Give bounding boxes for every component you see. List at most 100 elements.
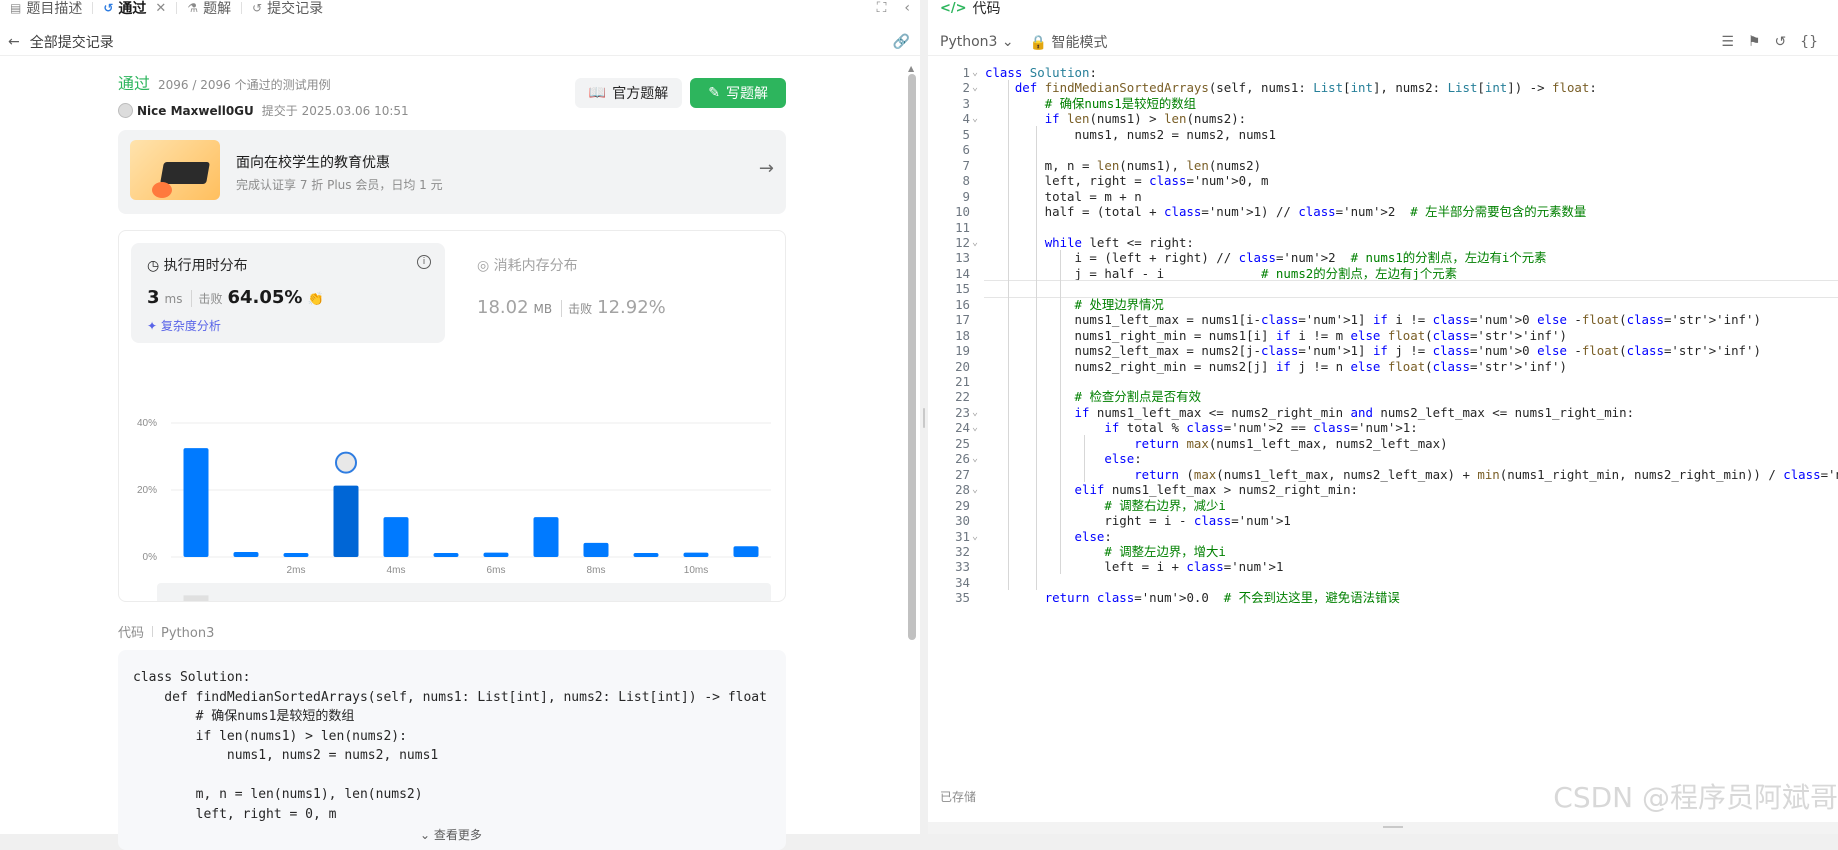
- chip-icon: ◎: [477, 258, 494, 274]
- edit-icon: ✎: [708, 85, 720, 101]
- tab-accepted[interactable]: ↺ 通过 ✕: [93, 0, 176, 18]
- clap-icon: 👏: [307, 292, 324, 307]
- collapse-icon[interactable]: ‹: [904, 0, 910, 16]
- y-tick-label: 40%: [137, 418, 157, 429]
- overview-bar: [183, 595, 209, 601]
- memory-title: ◎ 消耗内存分布: [477, 258, 578, 274]
- tab-submissions[interactable]: ↺ 提交记录: [242, 0, 333, 17]
- official-solution-button[interactable]: 📖 官方题解: [574, 78, 683, 108]
- performance-card: ◷ 执行用时分布 i 3 ms 击败 64.05% 👏 ✦ 复杂度分析 ◎ 消耗…: [118, 230, 786, 602]
- indent-guide: [1008, 79, 1009, 590]
- bar: [333, 485, 359, 557]
- beat-label: 击败: [561, 300, 592, 317]
- code-panel: </> 代码 Python3 ⌄ 🔒 智能模式 ☰ ⚑ ↺ {} 1 ⌄ class …: [928, 0, 1838, 834]
- lock-icon: 🔒: [1029, 34, 1048, 51]
- submitted-code: class Solution: def findMedianSortedArra…: [118, 650, 786, 850]
- bar: [233, 551, 259, 557]
- indent-guide: [1036, 126, 1037, 590]
- beat-label: 击败: [191, 290, 223, 307]
- scrollbar[interactable]: [908, 74, 916, 640]
- x-tick-label: 6ms: [487, 565, 506, 576]
- link-icon[interactable]: 🔗: [893, 34, 910, 50]
- runtime-unit: ms: [164, 292, 183, 306]
- line-number: 35: [955, 590, 970, 606]
- clock-icon: ◷: [147, 258, 164, 274]
- memory-unit: MB: [533, 302, 553, 316]
- info-icon[interactable]: i: [417, 255, 431, 269]
- memory-value: 18.02: [477, 297, 529, 318]
- bar: [183, 448, 209, 557]
- arrow-right-icon[interactable]: →: [759, 158, 774, 179]
- bar: [433, 552, 459, 557]
- bookmark-icon[interactable]: ⚑: [1748, 34, 1761, 50]
- smart-mode-toggle[interactable]: 🔒 智能模式: [1030, 32, 1108, 52]
- book-icon: 📖: [588, 85, 607, 101]
- x-tick-label: 10ms: [684, 565, 708, 576]
- sparkle-icon: ✦: [147, 319, 161, 333]
- fullscreen-icon[interactable]: ⛶: [877, 0, 887, 16]
- submit-time: 提交于 2025.03.06 10:51: [261, 104, 409, 118]
- code-line[interactable]: 35 return class='num'>0.0 # 不会到达这里，避免语法错…: [928, 589, 1838, 607]
- y-tick-label: 20%: [137, 485, 157, 496]
- bar: [533, 517, 559, 557]
- education-promo-card[interactable]: 面向在校学生的教育优惠 完成认证享 7 折 Plus 会员，日均 1 元 →: [118, 130, 786, 214]
- promo-desc: 完成认证享 7 折 Plus 会员，日均 1 元: [236, 178, 443, 192]
- format-icon[interactable]: ☰: [1721, 34, 1734, 50]
- editor-toolbar: Python3 ⌄ 🔒 智能模式 ☰ ⚑ ↺ {}: [928, 28, 1838, 56]
- tab-description[interactable]: ▤ 题目描述: [0, 0, 92, 17]
- user-marker-icon: [335, 451, 357, 474]
- code-text: return class='num'>0.0 # 不会到达这里，避免语法错误: [1044, 590, 1400, 606]
- y-tick-label: 0%: [143, 552, 158, 563]
- submissions-subbar: ← 全部提交记录 🔗: [0, 28, 920, 56]
- flask-icon: ⚗: [187, 1, 199, 15]
- runtime-beat: 64.05%: [227, 287, 303, 308]
- avatar[interactable]: [118, 103, 133, 118]
- panel-splitter[interactable]: [920, 0, 928, 834]
- history-icon: ↺: [252, 1, 263, 15]
- username[interactable]: Nice Maxwell0GU: [137, 104, 254, 118]
- x-tick-label: 4ms: [387, 565, 406, 576]
- x-tick-label: 2ms: [287, 565, 306, 576]
- watermark: CSDN @程序员阿斌哥: [1553, 781, 1838, 814]
- indent-guide: [1060, 249, 1061, 575]
- tab-solutions[interactable]: ⚗ 题解: [177, 0, 241, 17]
- history-icon: ↺: [103, 1, 114, 15]
- runtime-distribution-chart[interactable]: 40%20%0%2ms4ms6ms8ms10ms2ms4ms6ms8ms10ms: [131, 351, 777, 601]
- all-submissions-link[interactable]: 全部提交记录: [30, 32, 114, 52]
- indent-guide: [1084, 435, 1085, 482]
- scroll-up-icon[interactable]: ▲: [908, 64, 914, 73]
- submission-panel: ▤ 题目描述 ↺ 通过 ✕ ⚗ 题解 ↺ 提交记录 ⛶ ‹ ← 全部提交记录 🔗 通过 2…: [0, 0, 920, 850]
- runtime-panel[interactable]: ◷ 执行用时分布 i 3 ms 击败 64.05% 👏 ✦ 复杂度分析: [131, 243, 445, 343]
- promo-image: [130, 140, 220, 200]
- status-label: 通过: [118, 74, 151, 93]
- write-solution-button[interactable]: ✎ 写题解: [690, 78, 786, 108]
- code-panel-header: </> 代码: [940, 0, 1001, 18]
- code-icon: </>: [940, 0, 967, 16]
- memory-beat: 12.92%: [597, 297, 666, 318]
- testcase-count: 2096 / 2096 个通过的测试用例: [158, 78, 331, 92]
- left-tabbar: ▤ 题目描述 ↺ 通过 ✕ ⚗ 题解 ↺ 提交记录 ⛶ ‹: [0, 0, 920, 18]
- language-select[interactable]: Python3 ⌄: [940, 34, 1014, 50]
- bar: [383, 517, 409, 557]
- code-snippet: class Solution: def findMedianSortedArra…: [133, 670, 767, 822]
- promo-title: 面向在校学生的教育优惠: [236, 155, 390, 171]
- submission-detail: 通过 2096 / 2096 个通过的测试用例 Nice Maxwell0GU …: [118, 70, 786, 850]
- bar: [583, 542, 609, 557]
- code-section-header: 代码 Python3: [118, 626, 215, 641]
- reset-icon[interactable]: ↺: [1774, 34, 1786, 50]
- memory-panel[interactable]: ◎ 消耗内存分布 18.02 MB 击败 12.92%: [477, 255, 666, 318]
- show-more-button[interactable]: ⌄ 查看更多: [420, 826, 482, 843]
- bar: [683, 552, 709, 557]
- back-arrow-icon[interactable]: ←: [8, 34, 20, 50]
- brackets-icon[interactable]: {}: [1800, 34, 1818, 50]
- runtime-title: ◷ 执行用时分布: [147, 258, 248, 274]
- range-overview: [157, 583, 771, 601]
- document-icon: ▤: [10, 1, 22, 15]
- code-editor[interactable]: 1 ⌄ class Solution: 2 ⌄ def findMedianSorted…: [928, 64, 1838, 704]
- close-icon[interactable]: ✕: [155, 1, 166, 16]
- x-tick-label: 8ms: [587, 565, 606, 576]
- runtime-value: 3: [147, 287, 160, 308]
- console-splitter[interactable]: [928, 822, 1838, 834]
- complexity-link[interactable]: ✦ 复杂度分析: [147, 317, 221, 334]
- bar: [283, 552, 309, 557]
